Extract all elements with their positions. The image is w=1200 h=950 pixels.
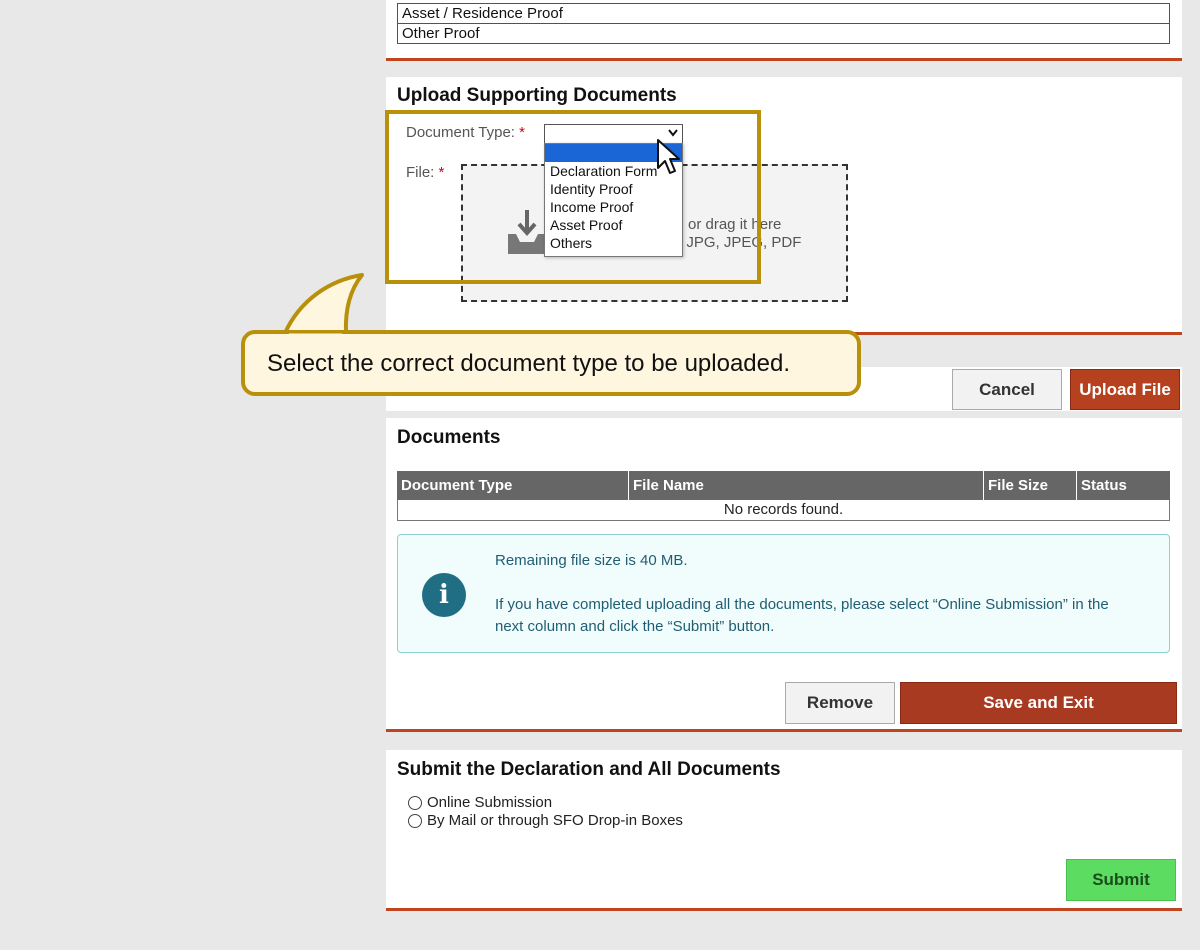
proof-type-panel: Asset / Residence Proof Other Proof [386,0,1182,61]
proof-row-other[interactable]: Other Proof [398,23,1169,43]
submit-section-title: Submit the Declaration and All Documents [397,759,781,780]
radio-button-online[interactable] [408,795,422,810]
cancel-button[interactable]: Cancel [952,369,1062,410]
info-icon: i [422,573,466,617]
proof-row-asset[interactable]: Asset / Residence Proof [398,4,1169,23]
remove-button[interactable]: Remove [785,682,895,724]
proof-type-list: Asset / Residence Proof Other Proof [397,3,1170,44]
documents-table: Document Type File Name File Size Status… [397,471,1170,521]
mouse-pointer-icon [656,138,682,181]
save-and-exit-button[interactable]: Save and Exit [900,682,1177,724]
column-document-type[interactable]: Document Type [397,471,629,500]
callout-text: Select the correct document type to be u… [267,350,790,377]
completion-instruction-text-2: next column and click the “Submit” butto… [495,618,775,635]
column-file-size[interactable]: File Size [984,471,1077,500]
radio-label-online: Online Submission [427,794,553,811]
documents-empty-row: No records found. [397,500,1170,521]
upload-section-title: Upload Supporting Documents [397,85,677,106]
column-file-name[interactable]: File Name [629,471,984,500]
radio-mail-submission[interactable]: By Mail or through SFO Drop-in Boxes [408,812,683,829]
completion-instruction-text: If you have completed uploading all the … [495,596,1109,613]
radio-online-submission[interactable]: Online Submission [408,794,552,811]
documents-section-title: Documents [397,427,501,448]
submit-button[interactable]: Submit [1066,859,1176,901]
upload-file-button[interactable]: Upload File [1070,369,1180,410]
column-status[interactable]: Status [1077,471,1170,500]
info-message-box: i Remaining file size is 40 MB. If you h… [397,534,1170,653]
submit-panel: Submit the Declaration and All Documents… [386,750,1182,911]
documents-table-header: Document Type File Name File Size Status [397,471,1170,500]
documents-panel: Documents Document Type File Name File S… [386,418,1182,732]
remaining-size-text: Remaining file size is 40 MB. [495,552,688,569]
radio-button-mail[interactable] [408,813,422,828]
radio-label-mail: By Mail or through SFO Drop-in Boxes [427,812,683,829]
highlight-frame [385,110,761,284]
tutorial-callout: Select the correct document type to be u… [241,330,861,396]
